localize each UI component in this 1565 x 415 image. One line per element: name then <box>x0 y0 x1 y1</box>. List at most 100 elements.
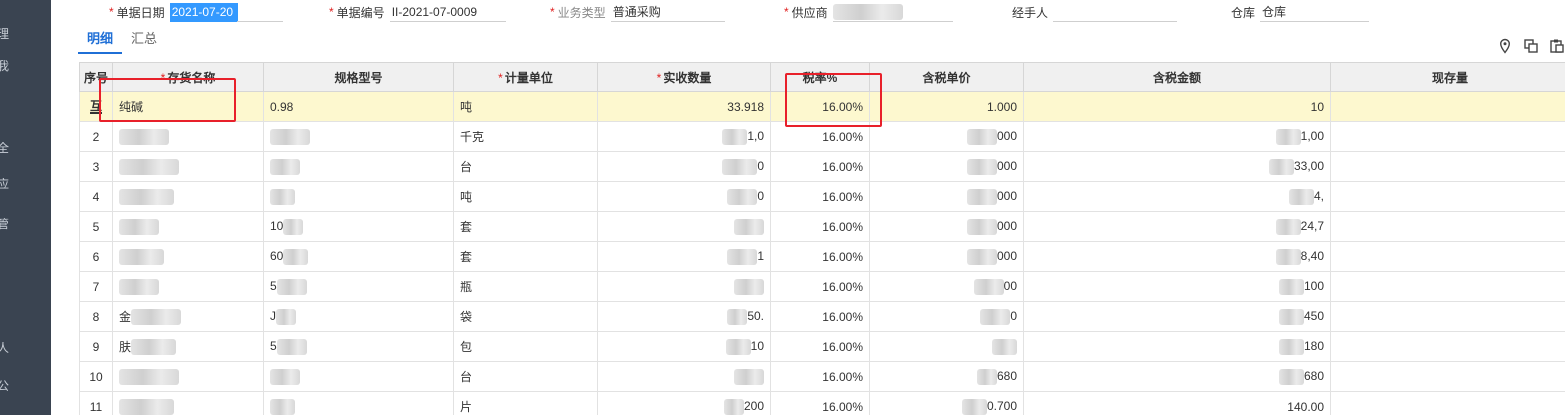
table-row[interactable]: 10 台 16.00% 680 680 <box>79 361 1565 392</box>
cell-stock[interactable] <box>1330 211 1565 242</box>
col-header-price[interactable]: 含税单价 <box>869 62 1024 92</box>
cell-idx[interactable]: 5 <box>79 211 113 242</box>
cell-unit[interactable]: 台 <box>453 361 598 392</box>
sidebar-item[interactable]: 全 <box>0 142 9 154</box>
cell-unit[interactable]: 吨 <box>453 91 598 122</box>
cell-spec[interactable] <box>263 121 454 152</box>
copy-icon[interactable] <box>1523 38 1539 54</box>
cell-qty[interactable] <box>597 361 771 392</box>
supplier-input[interactable] <box>832 3 953 22</box>
cell-unit[interactable]: 台 <box>453 151 598 182</box>
warehouse-select[interactable]: 仓库 <box>1260 3 1370 22</box>
cell-amount[interactable]: 1,00 <box>1023 121 1331 152</box>
cell-name[interactable] <box>112 121 264 152</box>
cell-spec[interactable]: 5 <box>263 331 454 362</box>
cell-idx[interactable]: 8 <box>79 301 113 332</box>
cell-tax[interactable]: 16.00% <box>770 301 870 332</box>
biztype-select[interactable]: 普通采购 <box>610 3 725 22</box>
col-header-spec[interactable]: 规格型号 <box>263 62 454 92</box>
cell-name[interactable] <box>112 391 264 415</box>
col-header-tax[interactable]: 税率% <box>770 62 870 92</box>
cell-qty[interactable]: 50. <box>597 301 771 332</box>
table-row[interactable]: 3 台 0 16.00% 000 33,00 <box>79 151 1565 182</box>
cell-stock[interactable] <box>1330 361 1565 392</box>
cell-name[interactable] <box>112 211 264 242</box>
location-icon[interactable] <box>1497 38 1513 54</box>
cell-amount[interactable]: 140.00 <box>1023 391 1331 415</box>
cell-qty[interactable]: 10 <box>597 331 771 362</box>
cell-spec[interactable] <box>263 391 454 415</box>
table-row[interactable]: 9 肤 5 包 10 16.00% 180 <box>79 331 1565 362</box>
cell-stock[interactable] <box>1330 181 1565 212</box>
table-row[interactable]: 5 10 套 16.00% 000 24,7 <box>79 211 1565 242</box>
date-input[interactable]: 2021-07-20 <box>169 2 238 22</box>
cell-stock[interactable] <box>1330 271 1565 302</box>
cell-stock[interactable] <box>1330 241 1565 272</box>
handler-input[interactable] <box>1053 3 1178 22</box>
cell-unit[interactable]: 片 <box>453 391 598 415</box>
col-header-qty[interactable]: * 实收数量 <box>597 62 771 92</box>
cell-spec[interactable]: 0.98 <box>263 91 454 122</box>
col-header-name[interactable]: * 存货名称 <box>112 62 264 92</box>
cell-unit[interactable]: 吨 <box>453 181 598 212</box>
cell-tax[interactable]: 16.00% <box>770 331 870 362</box>
cell-tax[interactable]: 16.00% <box>770 271 870 302</box>
cell-amount[interactable]: 100 <box>1023 271 1331 302</box>
cell-stock[interactable] <box>1330 121 1565 152</box>
cell-price[interactable]: 000 <box>869 211 1024 242</box>
cell-stock[interactable] <box>1330 301 1565 332</box>
cell-qty[interactable]: 0 <box>597 181 771 212</box>
cell-name[interactable] <box>112 151 264 182</box>
cell-amount[interactable]: 33,00 <box>1023 151 1331 182</box>
cell-stock[interactable] <box>1330 391 1565 415</box>
cell-stock[interactable] <box>1330 151 1565 182</box>
cell-unit[interactable]: 套 <box>453 211 598 242</box>
cell-idx[interactable]: 10 <box>79 361 113 392</box>
paste-icon[interactable] <box>1549 38 1565 54</box>
cell-amount[interactable]: 680 <box>1023 361 1331 392</box>
cell-qty[interactable] <box>597 271 771 302</box>
cell-price[interactable]: 00 <box>869 271 1024 302</box>
cell-tax[interactable]: 16.00% <box>770 391 870 415</box>
cell-price[interactable] <box>869 331 1024 362</box>
sidebar-item[interactable]: 管 <box>0 218 9 230</box>
table-row[interactable]: 2 千克 1,0 16.00% 000 1,00 <box>79 121 1565 152</box>
cell-idx[interactable]: 3 <box>79 151 113 182</box>
cell-name[interactable]: 金 <box>112 301 264 332</box>
cell-qty[interactable]: 200 <box>597 391 771 415</box>
cell-unit[interactable]: 袋 <box>453 301 598 332</box>
cell-qty[interactable] <box>597 211 771 242</box>
cell-amount[interactable]: 8,40 <box>1023 241 1331 272</box>
cell-unit[interactable]: 套 <box>453 241 598 272</box>
cell-spec[interactable] <box>263 361 454 392</box>
tab-detail[interactable]: 明细 <box>78 28 123 54</box>
cell-price[interactable]: 1.000 <box>869 91 1024 122</box>
sidebar-item[interactable]: 公 <box>0 380 9 392</box>
cell-price[interactable]: 000 <box>869 241 1024 272</box>
cell-idx[interactable]: 2 <box>79 121 113 152</box>
cell-price[interactable]: 000 <box>869 181 1024 212</box>
code-input[interactable]: II-2021-07-0009 <box>389 3 506 22</box>
cell-spec[interactable]: 5 <box>263 271 454 302</box>
sidebar-item[interactable]: 应 <box>0 178 9 190</box>
cell-price[interactable]: 0 <box>869 301 1024 332</box>
cell-stock[interactable] <box>1330 331 1565 362</box>
cell-idx[interactable]: 7 <box>79 271 113 302</box>
cell-price[interactable]: 000 <box>869 151 1024 182</box>
cell-tax[interactable]: 16.00% <box>770 361 870 392</box>
table-row[interactable]: 6 60 套 1 16.00% 000 8,40 <box>79 241 1565 272</box>
cell-unit[interactable]: 包 <box>453 331 598 362</box>
cell-tax[interactable]: 16.00% <box>770 91 870 122</box>
cell-tax[interactable]: 16.00% <box>770 151 870 182</box>
cell-qty[interactable]: 33.918 <box>597 91 771 122</box>
sidebar-item[interactable]: 理 <box>0 28 9 40</box>
cell-name[interactable] <box>112 181 264 212</box>
cell-amount[interactable]: 450 <box>1023 301 1331 332</box>
tab-summary[interactable]: 汇总 <box>122 28 166 52</box>
cell-idx[interactable]: 11 <box>79 391 113 415</box>
col-header-unit[interactable]: * 计量单位 <box>453 62 598 92</box>
cell-spec[interactable]: 60 <box>263 241 454 272</box>
col-header-stock[interactable]: 现存量 <box>1330 62 1565 92</box>
cell-name[interactable]: 肤 <box>112 331 264 362</box>
cell-price[interactable]: 000 <box>869 121 1024 152</box>
